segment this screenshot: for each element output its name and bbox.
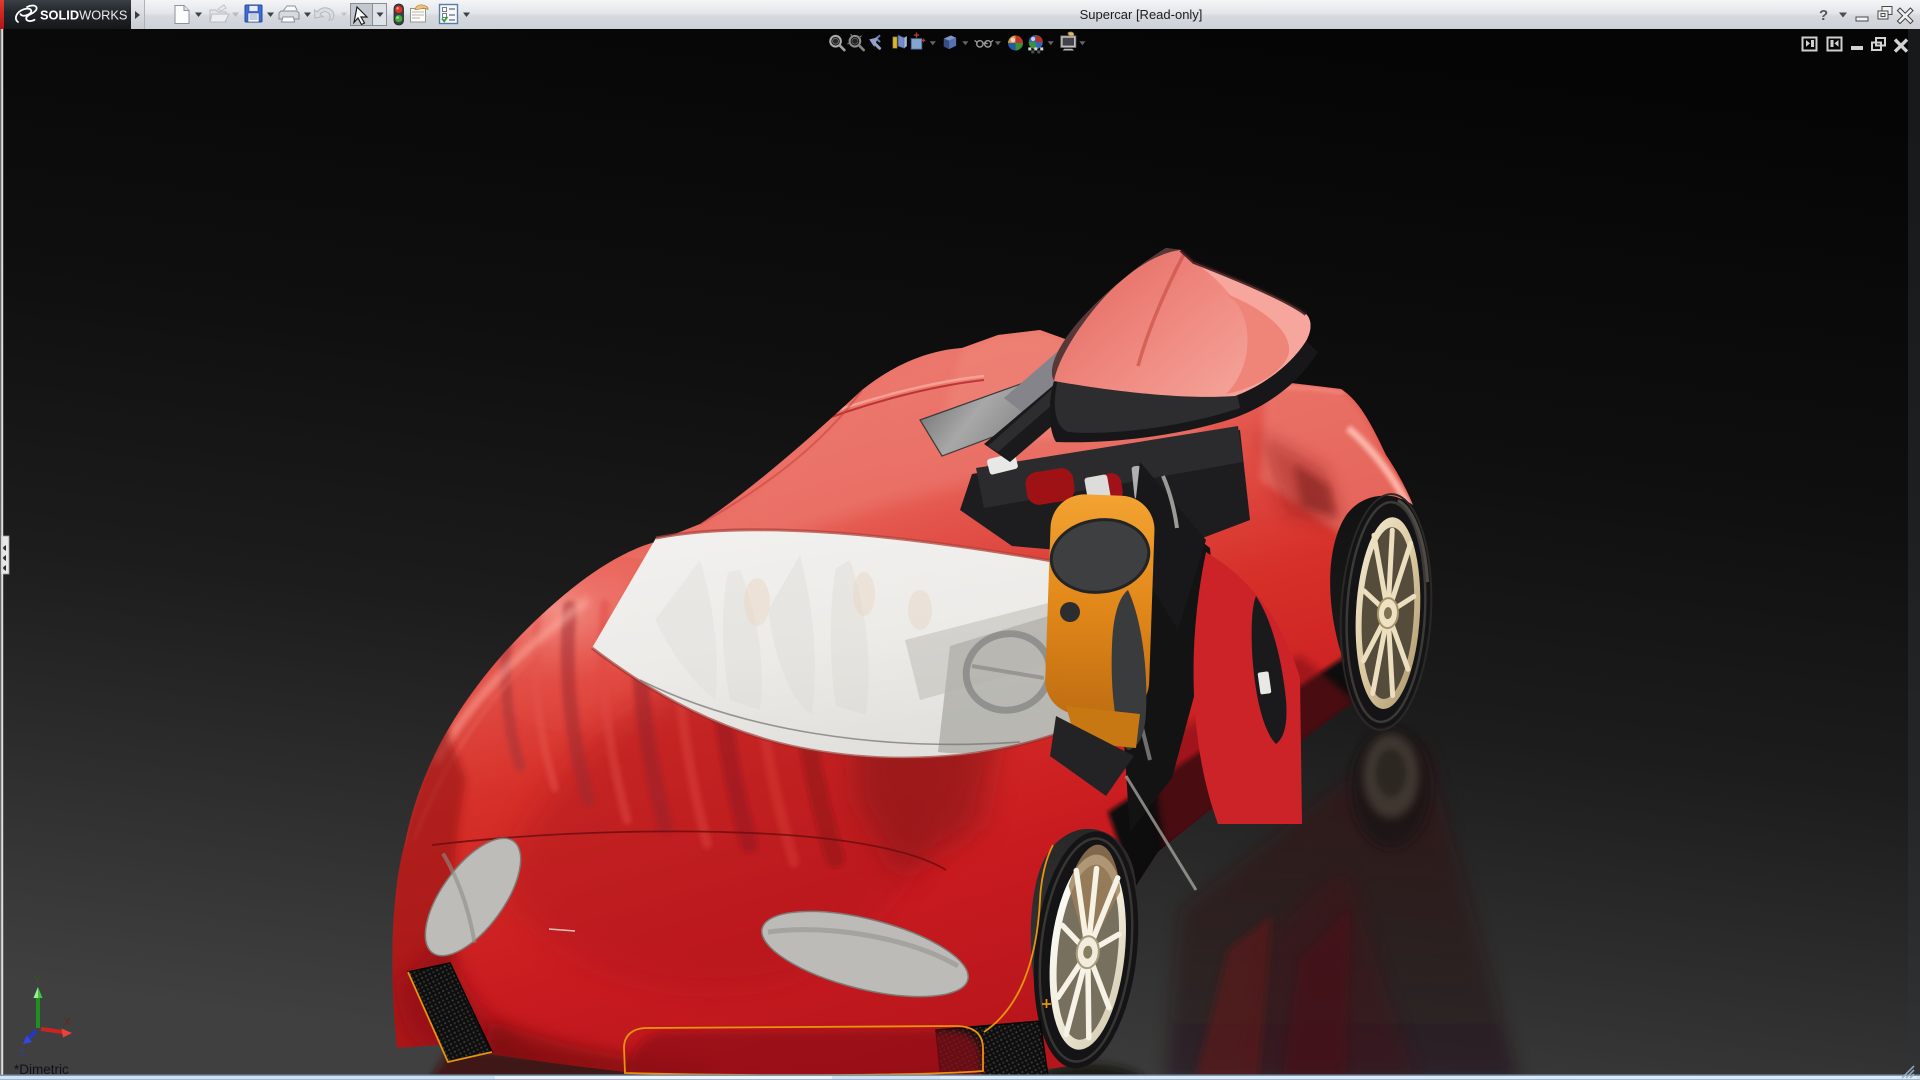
svg-text:Z: Z [19, 1048, 25, 1059]
svg-text:?: ? [1819, 7, 1828, 24]
svg-text:X: X [64, 1017, 71, 1028]
svg-text:Y: Y [34, 975, 41, 986]
